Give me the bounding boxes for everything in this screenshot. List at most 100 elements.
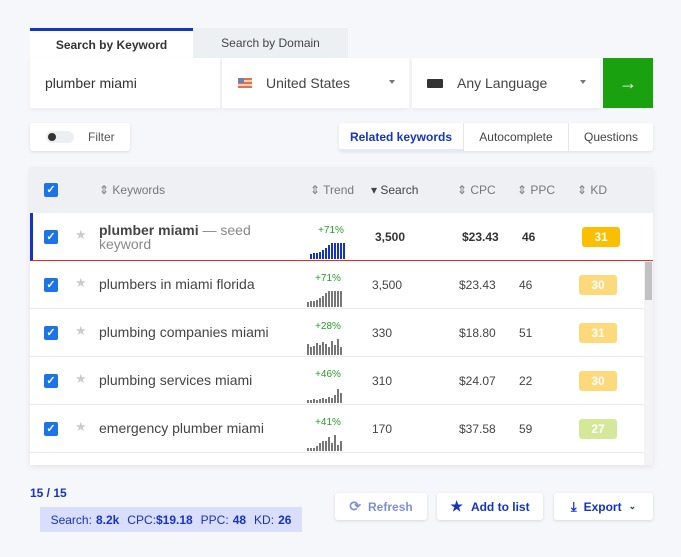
star-icon[interactable]: ★ xyxy=(75,227,87,243)
trend-bar xyxy=(334,243,336,259)
cpc-value: $24.07 xyxy=(459,374,496,388)
trend-bar xyxy=(334,395,336,403)
keyword-cell[interactable]: plumber miami — seed keyword xyxy=(99,223,289,251)
caret-down-icon xyxy=(580,80,586,84)
table-row[interactable]: ✓ ★ plumbers in miami florida +71% 3,500… xyxy=(30,261,644,309)
trend-bar xyxy=(307,448,309,451)
trend-bar xyxy=(340,441,342,451)
row-checkbox[interactable]: ✓ xyxy=(44,278,58,292)
trend-bar xyxy=(331,291,333,307)
trend-sparkline xyxy=(307,435,349,451)
trend-bar xyxy=(316,343,318,355)
star-icon[interactable]: ★ xyxy=(75,419,87,435)
trend-bar xyxy=(340,243,342,259)
trend-percent: +41% xyxy=(315,417,341,428)
trend-bar xyxy=(310,301,312,307)
arrow-right-icon: → xyxy=(619,72,637,93)
export-button[interactable]: ⤓ Export ⌄ xyxy=(554,493,653,520)
stat-label: Search: xyxy=(50,512,92,527)
keyword-cell[interactable]: plumbers in miami florida xyxy=(99,277,289,291)
trend-bar xyxy=(343,243,345,259)
row-checkbox[interactable]: ✓ xyxy=(44,326,58,340)
stat-label: PPC: xyxy=(200,512,229,527)
download-icon: ⤓ xyxy=(570,498,577,514)
table-header: ✓ ⇕ Keywords ⇕ Trend ▾ Search ⇕ CPC ⇕ PP… xyxy=(30,167,653,213)
refresh-button[interactable]: ⟳ Refresh xyxy=(335,493,427,520)
trend-bar xyxy=(322,342,324,355)
col-trend[interactable]: ⇕ Trend xyxy=(310,183,354,197)
col-ppc[interactable]: ⇕ PPC xyxy=(517,183,555,197)
result-count: 15 / 15 xyxy=(30,486,67,500)
trend-sparkline xyxy=(307,291,349,307)
toggle-switch[interactable] xyxy=(46,131,74,143)
cpc-value: $23.43 xyxy=(462,230,499,244)
trend-sparkline xyxy=(310,243,352,259)
trend-bar xyxy=(325,441,327,451)
trend-bar xyxy=(313,399,315,403)
table-row[interactable]: ✓ ★ plumbing services miami +46% 310 $24… xyxy=(30,357,644,405)
trend-bar xyxy=(307,344,309,355)
kd-badge: 30 xyxy=(579,275,617,295)
keyword-cell[interactable]: emergency plumber miami xyxy=(99,421,289,435)
trend-bar xyxy=(331,398,333,403)
keyword-input[interactable]: plumber miami xyxy=(30,58,220,108)
ppc-value: 22 xyxy=(519,374,533,388)
caret-down-icon xyxy=(389,80,395,84)
us-flag-icon xyxy=(238,78,252,88)
trend-bar xyxy=(325,293,327,307)
country-select[interactable]: United States xyxy=(222,58,409,108)
stat-cpc: $19.18 xyxy=(155,512,193,527)
tab-search-by-domain[interactable]: Search by Domain xyxy=(193,28,348,58)
keyword-text: plumbing services miami xyxy=(99,372,253,388)
star-icon[interactable]: ★ xyxy=(75,275,87,291)
trend-bar xyxy=(334,435,336,451)
trend-bar xyxy=(319,443,321,451)
kd-badge: 31 xyxy=(582,227,620,247)
search-go-button[interactable]: → xyxy=(603,58,653,108)
ppc-value: 46 xyxy=(522,230,536,244)
star-icon[interactable]: ★ xyxy=(75,371,87,387)
col-kd[interactable]: ⇕ KD xyxy=(577,183,607,197)
language-select[interactable]: Any Language xyxy=(412,58,600,108)
tab-search-by-keyword[interactable]: Search by Keyword xyxy=(30,28,193,58)
chevron-down-icon: ⌄ xyxy=(628,501,637,511)
translate-icon xyxy=(427,78,443,88)
tab-questions[interactable]: Questions xyxy=(569,123,653,151)
table-row[interactable]: ✓ ★ emergency plumber miami +41% 170 $37… xyxy=(30,405,644,453)
col-keywords[interactable]: ⇕ Keywords xyxy=(99,183,165,197)
keyword-cell[interactable]: plumbing companies miami xyxy=(99,325,289,339)
trend-sparkline xyxy=(307,387,349,403)
kd-badge: 27 xyxy=(579,419,617,439)
row-checkbox[interactable]: ✓ xyxy=(44,422,58,436)
trend-bar xyxy=(307,302,309,307)
trend-bar xyxy=(310,448,312,451)
trend-bar xyxy=(307,400,309,403)
tab-related-keywords[interactable]: Related keywords xyxy=(339,123,464,151)
kd-badge: 31 xyxy=(579,323,617,343)
stat-search: 8.2k xyxy=(95,512,120,527)
row-checkbox[interactable]: ✓ xyxy=(44,230,58,244)
star-icon[interactable]: ★ xyxy=(75,323,87,339)
trend-bar xyxy=(316,400,318,403)
trend-bar xyxy=(319,252,321,259)
add-to-list-button[interactable]: ★ Add to list xyxy=(437,493,543,520)
trend-bar xyxy=(322,296,324,307)
add-label: Add to list xyxy=(470,499,530,514)
tab-autocomplete[interactable]: Autocomplete xyxy=(464,123,569,151)
refresh-icon: ⟳ xyxy=(349,498,362,514)
seed-keyword-row[interactable]: ✓ ★ plumber miami — seed keyword +71% 3,… xyxy=(30,213,653,261)
search-volume: 3,500 xyxy=(375,230,406,244)
cpc-value: $23.43 xyxy=(459,278,496,292)
trend-percent: +46% xyxy=(315,369,341,380)
scrollbar[interactable] xyxy=(644,262,653,465)
ppc-value: 51 xyxy=(519,326,533,340)
trend-bar xyxy=(325,248,327,259)
table-row[interactable]: ✓ ★ plumbing companies miami +28% 330 $1… xyxy=(30,309,644,357)
row-checkbox[interactable]: ✓ xyxy=(44,374,58,388)
col-cpc[interactable]: ⇕ CPC xyxy=(457,183,496,197)
trend-percent: +71% xyxy=(315,273,341,284)
keyword-cell[interactable]: plumbing services miami xyxy=(99,373,289,387)
col-search[interactable]: ▾ Search xyxy=(371,183,418,197)
select-all-checkbox[interactable]: ✓ xyxy=(44,183,58,197)
filter-toggle[interactable]: Filter xyxy=(30,123,130,151)
